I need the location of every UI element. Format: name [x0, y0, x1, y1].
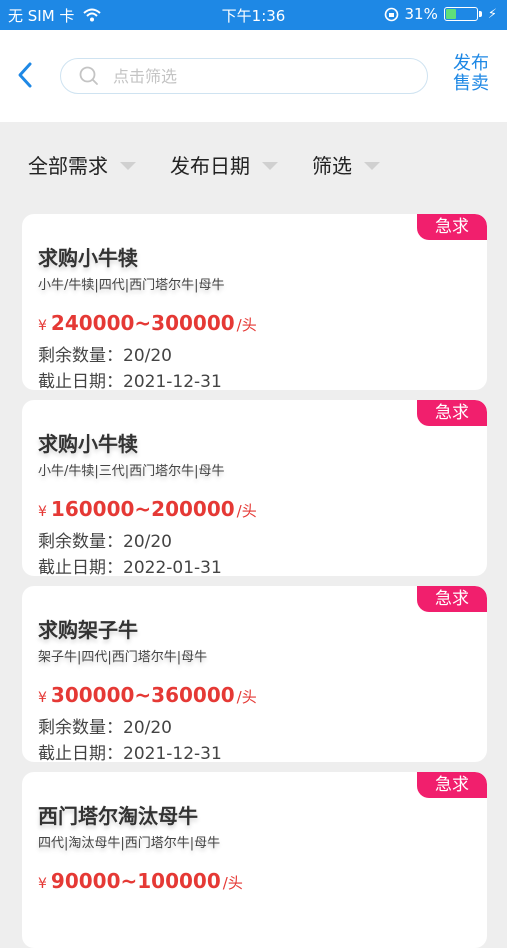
battery-icon	[443, 7, 482, 21]
quantity-value: 20/20	[123, 346, 172, 366]
price-unit: /头	[236, 316, 257, 334]
listing-price: ¥ 240000~300000 /头	[38, 311, 257, 335]
deadline: 截止日期：2021-12-31	[38, 367, 222, 390]
listing-title: 西门塔尔淘汰母牛	[38, 804, 198, 828]
dropdown-arrow-icon	[364, 162, 380, 170]
remaining-quantity: 剩余数量：20/20	[38, 713, 172, 738]
search-input[interactable]	[111, 65, 415, 87]
battery-percent: 31%	[404, 5, 438, 23]
filter-all-demands[interactable]: 全部需求	[28, 150, 136, 179]
search-icon	[79, 66, 98, 85]
currency-symbol: ¥	[38, 876, 47, 892]
price-range: 90000~100000	[50, 869, 221, 893]
quantity-label: 剩余数量：	[38, 532, 123, 552]
listing-card[interactable]: 急求 求购小牛犊 小牛/牛犊|四代|西门塔尔牛|母牛 ¥ 240000~3000…	[22, 214, 487, 390]
listing-card[interactable]: 急求 西门塔尔淘汰母牛 四代|淘汰母牛|西门塔尔牛|母牛 ¥ 90000~100…	[22, 772, 487, 948]
listing-tags: 小牛/牛犊|四代|西门塔尔牛|母牛	[38, 278, 225, 293]
listing-price: ¥ 300000~360000 /头	[38, 683, 257, 707]
listing-title: 求购小牛犊	[38, 246, 138, 270]
price-range: 300000~360000	[50, 683, 235, 707]
urgent-badge: 急求	[417, 400, 487, 426]
deadline: 截止日期：2022-01-31	[38, 553, 222, 576]
listing-price: ¥ 160000~200000 /头	[38, 497, 257, 521]
status-right: 31% ⚡	[384, 5, 497, 23]
price-unit: /头	[222, 874, 243, 892]
filter-screen[interactable]: 筛选	[312, 150, 380, 179]
urgent-badge: 急求	[417, 214, 487, 240]
deadline-value: 2022-01-31	[123, 558, 222, 576]
orientation-lock-icon	[384, 7, 398, 21]
price-unit: /头	[236, 502, 257, 520]
listing-title: 求购架子牛	[38, 618, 138, 642]
remaining-quantity: 剩余数量：20/20	[38, 341, 172, 366]
price-range: 160000~200000	[50, 497, 235, 521]
price-unit: /头	[236, 688, 257, 706]
filter-label: 发布日期	[170, 154, 250, 178]
deadline-label: 截止日期：	[38, 372, 123, 390]
charging-icon: ⚡	[487, 6, 497, 22]
listing-tags: 架子牛|四代|西门塔尔牛|母牛	[38, 650, 208, 665]
quantity-value: 20/20	[123, 718, 172, 738]
remaining-quantity: 剩余数量：20/20	[38, 527, 172, 552]
deadline-label: 截止日期：	[38, 558, 123, 576]
dropdown-arrow-icon	[262, 162, 278, 170]
chevron-left-icon	[18, 62, 32, 88]
listing-tags: 小牛/牛犊|三代|西门塔尔牛|母牛	[38, 464, 225, 479]
quantity-label: 剩余数量：	[38, 346, 123, 366]
listing-card[interactable]: 急求 求购架子牛 架子牛|四代|西门塔尔牛|母牛 ¥ 300000~360000…	[22, 586, 487, 762]
filter-publish-date[interactable]: 发布日期	[170, 150, 278, 179]
publish-sale-button[interactable]: 发布 售卖	[445, 54, 497, 94]
dropdown-arrow-icon	[120, 162, 136, 170]
top-bar: 发布 售卖	[0, 30, 507, 122]
urgent-badge: 急求	[417, 772, 487, 798]
publish-label-line1: 发布	[453, 53, 489, 74]
currency-symbol: ¥	[38, 504, 47, 520]
quantity-label: 剩余数量：	[38, 718, 123, 738]
deadline-value: 2021-12-31	[123, 372, 222, 390]
price-range: 240000~300000	[50, 311, 235, 335]
listing-price: ¥ 90000~100000 /头	[38, 869, 243, 893]
listing-card[interactable]: 急求 求购小牛犊 小牛/牛犊|三代|西门塔尔牛|母牛 ¥ 160000~2000…	[22, 400, 487, 576]
deadline-value: 2021-12-31	[123, 744, 222, 762]
filter-bar: 全部需求 发布日期 筛选	[0, 122, 507, 207]
quantity-value: 20/20	[123, 532, 172, 552]
urgent-badge: 急求	[417, 586, 487, 612]
status-bar: 无 SIM 卡 下午1:36 31% ⚡	[0, 0, 507, 30]
deadline-label: 截止日期：	[38, 744, 123, 762]
search-bar[interactable]	[60, 58, 428, 94]
currency-symbol: ¥	[38, 690, 47, 706]
listing-tags: 四代|淘汰母牛|西门塔尔牛|母牛	[38, 836, 221, 851]
filter-label: 筛选	[312, 154, 352, 178]
deadline: 截止日期：2021-12-31	[38, 739, 222, 762]
listing-title: 求购小牛犊	[38, 432, 138, 456]
filter-label: 全部需求	[28, 154, 108, 178]
currency-symbol: ¥	[38, 318, 47, 334]
back-button[interactable]	[10, 50, 40, 100]
publish-label-line2: 售卖	[453, 73, 489, 94]
